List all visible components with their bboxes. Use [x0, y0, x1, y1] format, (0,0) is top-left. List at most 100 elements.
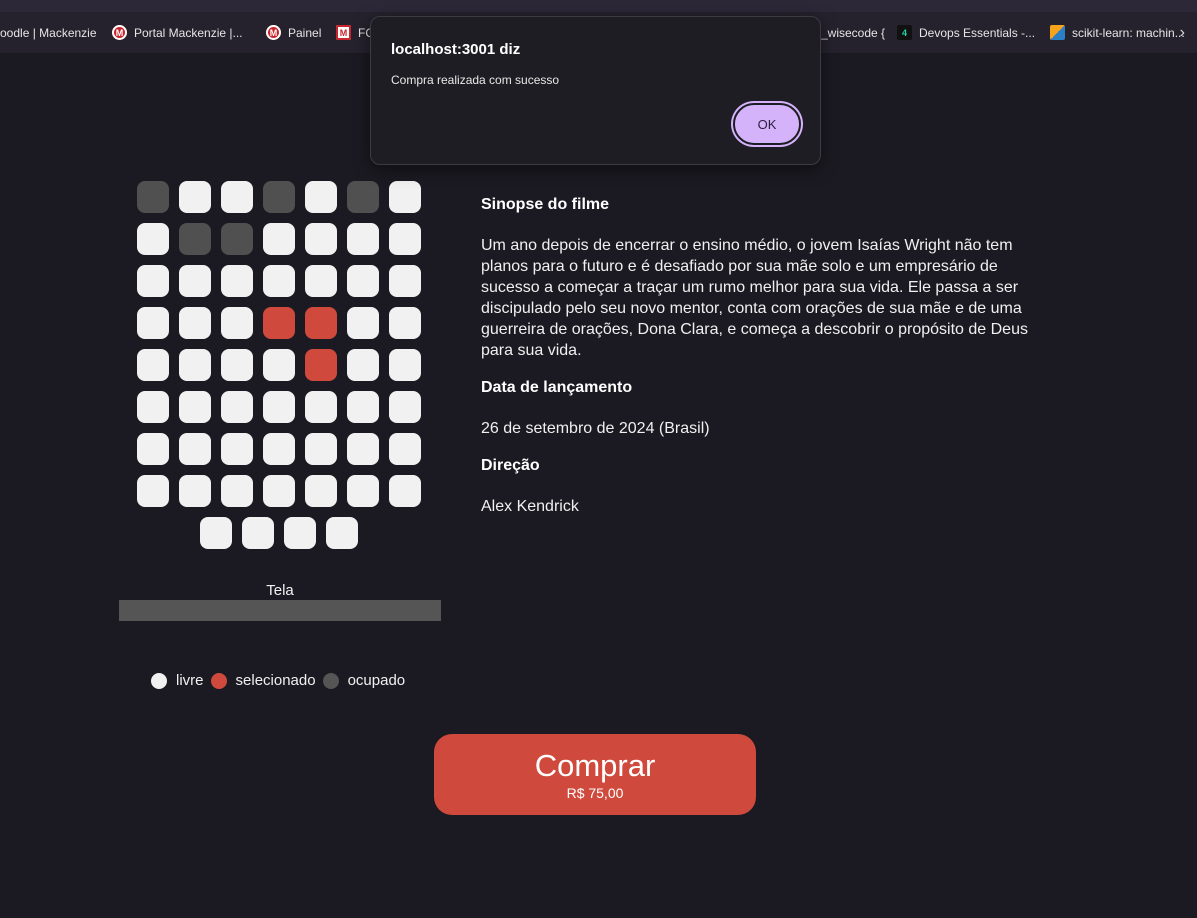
seat-livre[interactable]: [305, 223, 337, 255]
director-heading: Direção: [481, 457, 540, 474]
bookmark-wisecode[interactable]: _wisecode {: [821, 12, 885, 53]
seat-legend: livre selecionado ocupado: [151, 672, 412, 689]
buy-button[interactable]: Comprar R$ 75,00: [434, 734, 756, 815]
seat-livre[interactable]: [347, 223, 379, 255]
seat-livre[interactable]: [305, 391, 337, 423]
bookmark-portal-mackenzie[interactable]: M Portal Mackenzie |...: [112, 12, 243, 53]
seat-livre[interactable]: [284, 517, 316, 549]
seat-livre[interactable]: [347, 265, 379, 297]
seat-livre[interactable]: [179, 349, 211, 381]
seat-livre[interactable]: [242, 517, 274, 549]
seat-livre[interactable]: [137, 391, 169, 423]
legend-item-ocupado: ocupado: [322, 672, 405, 689]
seat-livre[interactable]: [347, 307, 379, 339]
seat-livre[interactable]: [389, 349, 421, 381]
sinopse-text: Um ano depois de encerrar o ensino médio…: [481, 237, 1028, 359]
seat-livre[interactable]: [221, 307, 253, 339]
dialog-title: localhost:3001 diz: [391, 41, 521, 58]
release-date-text: 26 de setembro de 2024 (Brasil): [481, 420, 710, 437]
seat-livre[interactable]: [221, 265, 253, 297]
seat-ocupado: [263, 181, 295, 213]
bookmark-label: Devops Essentials -...: [919, 25, 1036, 40]
sinopse-heading: Sinopse do filme: [481, 196, 610, 213]
legend-label-selecionado: selecionado: [235, 672, 316, 689]
seat-livre[interactable]: [221, 475, 253, 507]
seat-livre[interactable]: [179, 433, 211, 465]
bookmark-devops-essentials[interactable]: 4 Devops Essentials -...: [897, 12, 1035, 53]
seat-livre[interactable]: [389, 433, 421, 465]
bookmark-painel[interactable]: M Painel: [266, 12, 321, 53]
buy-button-price: R$ 75,00: [566, 784, 624, 801]
seat-selecionado[interactable]: [305, 349, 337, 381]
seat-livre[interactable]: [389, 475, 421, 507]
bookmark-fc[interactable]: M FC: [336, 12, 374, 53]
seat-livre[interactable]: [305, 181, 337, 213]
bookmark-label: Portal Mackenzie |...: [134, 25, 243, 40]
seat-livre[interactable]: [200, 517, 232, 549]
seat-livre[interactable]: [221, 349, 253, 381]
seat-livre[interactable]: [179, 475, 211, 507]
seat-livre[interactable]: [305, 475, 337, 507]
scikit-learn-icon: [1050, 25, 1065, 40]
legend-label-livre: livre: [176, 672, 204, 689]
legend-dot-livre: [151, 672, 167, 689]
release-date-heading: Data de lançamento: [481, 379, 633, 396]
seat-ocupado: [221, 223, 253, 255]
seat-livre[interactable]: [137, 307, 169, 339]
seat-ocupado: [347, 181, 379, 213]
alert-dialog: localhost:3001 diz Compra realizada com …: [370, 16, 821, 165]
seat-ocupado: [137, 181, 169, 213]
seat-livre[interactable]: [389, 181, 421, 213]
dialog-message: Compra realizada com sucesso: [391, 73, 560, 87]
seat-livre[interactable]: [326, 517, 358, 549]
mackenzie-icon: M: [112, 25, 127, 40]
seat-livre[interactable]: [347, 475, 379, 507]
seat-livre[interactable]: [389, 391, 421, 423]
bookmark-label: scikit-learn: machin...: [1072, 25, 1185, 40]
seat-selecionado[interactable]: [263, 307, 295, 339]
seat-livre[interactable]: [137, 223, 169, 255]
seat-livre[interactable]: [305, 265, 337, 297]
seat-livre[interactable]: [179, 391, 211, 423]
fc-icon: M: [336, 25, 351, 40]
seat-livre[interactable]: [347, 391, 379, 423]
director-text: Alex Kendrick: [481, 498, 579, 515]
seat-livre[interactable]: [221, 181, 253, 213]
screen-label: Tela: [266, 582, 294, 599]
seat-livre[interactable]: [263, 223, 295, 255]
bookmark-moodle[interactable]: oodle | Mackenzie: [0, 12, 97, 53]
dialog-ok-button[interactable]: OK: [733, 103, 801, 145]
seat-livre[interactable]: [137, 349, 169, 381]
seat-livre[interactable]: [179, 307, 211, 339]
bookmark-scikit-learn[interactable]: scikit-learn: machin...: [1050, 12, 1185, 53]
seat-livre[interactable]: [263, 349, 295, 381]
seat-livre[interactable]: [137, 265, 169, 297]
mackenzie-icon: M: [266, 25, 281, 40]
seat-livre[interactable]: [347, 433, 379, 465]
seat-livre[interactable]: [389, 223, 421, 255]
bookmarks-overflow-icon[interactable]: ›: [1180, 12, 1185, 53]
legend-item-selecionado: selecionado: [210, 672, 316, 689]
seat-selecionado[interactable]: [305, 307, 337, 339]
seat-livre[interactable]: [221, 433, 253, 465]
legend-dot-selecionado: [210, 672, 227, 689]
seat-livre[interactable]: [221, 391, 253, 423]
seat-livre[interactable]: [263, 475, 295, 507]
seat-livre[interactable]: [263, 391, 295, 423]
seat-livre[interactable]: [347, 349, 379, 381]
seat-livre[interactable]: [305, 433, 337, 465]
bookmark-label: _wisecode {: [821, 25, 886, 40]
seat-livre[interactable]: [179, 265, 211, 297]
seat-livre[interactable]: [263, 433, 295, 465]
bookmark-label: oodle | Mackenzie: [0, 25, 97, 40]
bookmark-label: Painel: [288, 25, 322, 40]
devops-icon: 4: [897, 25, 912, 40]
seat-livre[interactable]: [179, 181, 211, 213]
seat-livre[interactable]: [389, 307, 421, 339]
browser-tab-strip: [0, 0, 1197, 12]
seat-livre[interactable]: [137, 475, 169, 507]
screen-bar: [119, 600, 441, 621]
seat-livre[interactable]: [263, 265, 295, 297]
seat-livre[interactable]: [389, 265, 421, 297]
seat-livre[interactable]: [137, 433, 169, 465]
